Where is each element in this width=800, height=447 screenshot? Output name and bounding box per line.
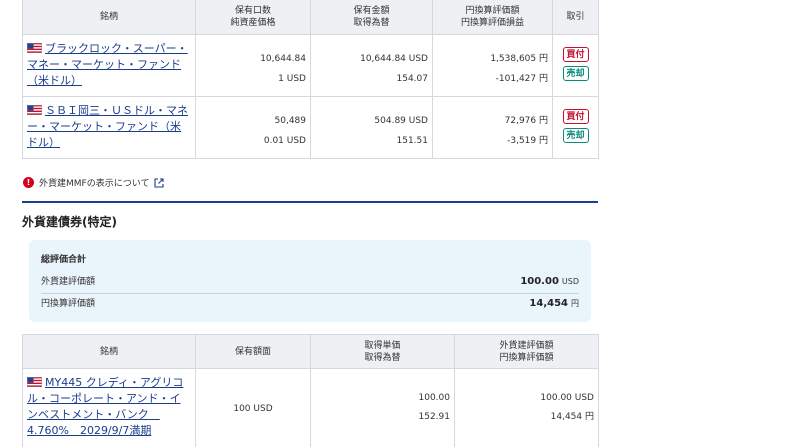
buy-button[interactable]: 買付: [562, 109, 589, 124]
qty-cell: 50,489 0.01 USD: [195, 96, 311, 159]
summary-row-jpy: 円換算評価額 14,454 円: [41, 296, 579, 316]
fund-name-cell: ＳＢＩ岡三・ＵＳドル・マネー・マーケット・ファンド（米ドル）: [22, 96, 196, 159]
header-jpy: 円換算評価額 円換算評価損益: [432, 0, 553, 35]
fund-name-cell: ブラックロック・スーパー・マネー・マーケット・ファンド（米ドル）: [22, 34, 196, 97]
valuation-cell: 100.00 USD 14,454 円: [454, 368, 599, 447]
header-face: 保有額面: [195, 334, 311, 369]
summary-value: 14,454: [529, 298, 568, 309]
bond-name-cell: MY445 クレディ・アグリコル・コーポレート・アンド・インベストメント・バンク…: [22, 368, 196, 447]
trade-cell: 買付 売却: [552, 96, 599, 159]
notice-text[interactable]: 外貨建MMFの表示について: [39, 176, 149, 189]
summary-label: 外貨建評価額: [41, 277, 96, 287]
us-flag-icon: [27, 377, 42, 387]
table-row: MY445 クレディ・アグリコル・コーポレート・アンド・インベストメント・バンク…: [22, 368, 599, 447]
external-link-icon[interactable]: [154, 177, 165, 188]
bond-section-title: 外貨建債券(特定): [22, 215, 117, 229]
amount-cell: 10,644.84 USD 154.07: [310, 34, 433, 97]
summary-row-usd: 外貨建評価額 100.00 USD: [41, 274, 579, 294]
mmf-display-notice[interactable]: ! 外貨建MMFの表示について: [23, 176, 165, 189]
header-name: 銘柄: [22, 334, 196, 369]
bond-table-header: 銘柄 保有額面 取得単価 取得為替 外貨建評価額 円換算評価額: [22, 334, 599, 369]
jpy-cell: 72,976 円 -3,519 円: [432, 96, 553, 159]
cost-cell: 100.00 152.91: [310, 368, 455, 447]
fund-link[interactable]: ＳＢＩ岡三・ＵＳドル・マネー・マーケット・ファンド（米ドル）: [27, 104, 188, 149]
summary-value: 100.00: [520, 276, 559, 287]
sell-button[interactable]: 売却: [562, 66, 589, 81]
alert-icon: !: [23, 177, 34, 188]
summary-label: 円換算評価額: [41, 299, 96, 309]
section-divider: [22, 201, 598, 203]
table-row: ブラックロック・スーパー・マネー・マーケット・ファンド（米ドル） 10,644.…: [22, 34, 599, 97]
fund-link[interactable]: ブラックロック・スーパー・マネー・マーケット・ファンド（米ドル）: [27, 42, 188, 87]
summary-unit: 円: [571, 299, 579, 308]
table-row: ＳＢＩ岡三・ＵＳドル・マネー・マーケット・ファンド（米ドル） 50,489 0.0…: [22, 96, 599, 159]
face-cell: 100 USD: [195, 368, 311, 447]
us-flag-icon: [27, 43, 42, 53]
header-amount: 保有金額 取得為替: [310, 0, 433, 35]
mmf-holdings-table: 銘柄 保有口数 純資産価格 保有金額 取得為替 円換算評価額 円換算評価損益 取引 ブ…: [22, 0, 599, 159]
amount-cell: 504.89 USD 151.51: [310, 96, 433, 159]
header-qty: 保有口数 純資産価格: [195, 0, 311, 35]
bond-holdings-table: 銘柄 保有額面 取得単価 取得為替 外貨建評価額 円換算評価額 MY445 クレディ…: [22, 334, 599, 447]
jpy-cell: 1,538,605 円 -101,427 円: [432, 34, 553, 97]
bond-link[interactable]: MY445 クレディ・アグリコル・コーポレート・アンド・インベストメント・バンク…: [27, 376, 183, 437]
buy-button[interactable]: 買付: [562, 47, 589, 62]
header-trade: 取引: [552, 0, 599, 35]
trade-cell: 買付 売却: [552, 34, 599, 97]
us-flag-icon: [27, 105, 42, 115]
sell-button[interactable]: 売却: [562, 128, 589, 143]
summary-title: 総評価合計: [41, 255, 87, 265]
qty-cell: 10,644.84 1 USD: [195, 34, 311, 97]
header-valuation: 外貨建評価額 円換算評価額: [454, 334, 599, 369]
header-name: 銘柄: [22, 0, 196, 35]
summary-unit: USD: [561, 277, 579, 286]
header-cost: 取得単価 取得為替: [310, 334, 455, 369]
mmf-table-header: 銘柄 保有口数 純資産価格 保有金額 取得為替 円換算評価額 円換算評価損益 取引: [22, 0, 599, 35]
valuation-summary-box: 総評価合計 外貨建評価額 100.00 USD 円換算評価額 14,454 円: [29, 240, 591, 322]
